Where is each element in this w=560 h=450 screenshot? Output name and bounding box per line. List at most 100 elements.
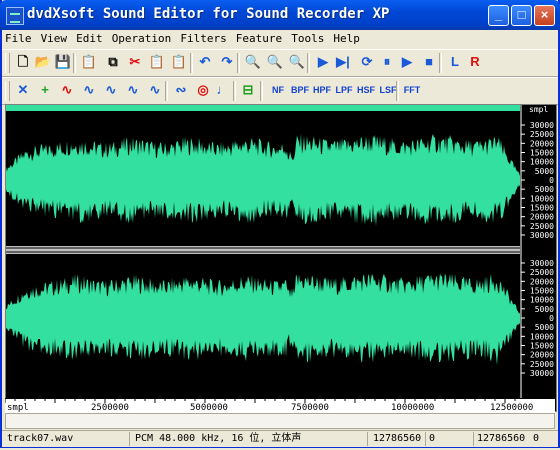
toolbar-grip[interactable] bbox=[5, 81, 10, 101]
stop-icon[interactable]: ■ bbox=[419, 52, 439, 72]
left-channel-icon[interactable]: L bbox=[445, 52, 465, 72]
time-tick-label: 5000000 bbox=[190, 403, 228, 413]
toolbar-separator bbox=[237, 53, 240, 73]
amplitude-tick-label: 5000 bbox=[535, 305, 554, 314]
pitch-icon[interactable]: ♩ bbox=[213, 80, 233, 100]
filter-hsf-button[interactable]: HSF bbox=[355, 80, 377, 100]
reverb-icon[interactable]: ◎ bbox=[193, 80, 213, 100]
amplitude-tick-label: 15000 bbox=[530, 342, 554, 351]
amplitude-tick-label: 25000 bbox=[530, 130, 554, 139]
toolbar-separator bbox=[307, 53, 310, 73]
menu-bar: File View Edit Operation Filters Feature… bbox=[2, 30, 558, 48]
toolbar-grip[interactable] bbox=[5, 53, 10, 73]
right-channel-icon[interactable]: R bbox=[465, 52, 485, 72]
minimize-button[interactable]: _ bbox=[488, 5, 509, 26]
channel-divider bbox=[6, 246, 520, 254]
toolbar-separator bbox=[260, 81, 263, 101]
zoom-out-icon[interactable]: 🔍 bbox=[265, 52, 285, 72]
open-icon[interactable]: 📂 bbox=[33, 52, 53, 72]
zoom-full-icon[interactable]: 🔍 bbox=[287, 52, 307, 72]
maximize-button[interactable]: □ bbox=[511, 5, 532, 26]
amplitude-tick-label: 10000 bbox=[530, 332, 554, 341]
window-title: dvdXsoft Sound Editor for Sound Recorder… bbox=[27, 6, 390, 22]
reverse-icon[interactable]: ∾ bbox=[171, 80, 191, 100]
fade-out-icon[interactable]: ∿ bbox=[79, 80, 99, 100]
menu-filters[interactable]: Filters bbox=[177, 30, 229, 45]
zoom-in-icon[interactable]: 🔍 bbox=[243, 52, 263, 72]
amplitude-tick-label: 30000 bbox=[530, 369, 554, 378]
amplitude-tick-label: 10000 bbox=[530, 194, 554, 203]
status-bar: track07.wav PCM 48.000 kHz, 16 位, 立体声 12… bbox=[2, 430, 558, 447]
paste-mix-icon[interactable]: 📋 bbox=[169, 52, 189, 72]
filter-fft-button[interactable]: FFT bbox=[401, 80, 423, 100]
time-tick-label: 10000000 bbox=[391, 403, 434, 413]
menu-help[interactable]: Help bbox=[330, 30, 363, 45]
amplitude-tick-label: 0 bbox=[549, 314, 554, 323]
copy-icon[interactable]: ⧉ bbox=[103, 52, 123, 72]
amplitude-tick-label: 5000 bbox=[535, 185, 554, 194]
play-to-end-icon[interactable]: ▶| bbox=[333, 52, 353, 72]
title-bar[interactable]: dvdXsoft Sound Editor for Sound Recorder… bbox=[0, 0, 560, 30]
toolbar-separator bbox=[190, 53, 193, 73]
filter-bpf-button[interactable]: BPF bbox=[289, 80, 311, 100]
amplify-icon[interactable]: ∿ bbox=[123, 80, 143, 100]
amplitude-tick-label: 30000 bbox=[530, 231, 554, 240]
app-icon bbox=[6, 7, 24, 25]
menu-tools[interactable]: Tools bbox=[288, 30, 327, 45]
amplitude-tick-label: 15000 bbox=[530, 149, 554, 158]
menu-file[interactable]: File bbox=[2, 30, 35, 45]
waveform-view[interactable]: smpl 30000 25000 20000 15000 10000 5000 0 5000 10… bbox=[5, 104, 557, 412]
menu-operation[interactable]: Operation bbox=[109, 30, 175, 45]
redo-icon[interactable]: ↷ bbox=[217, 52, 237, 72]
trim-icon[interactable]: ⊟ bbox=[238, 80, 258, 100]
toolbar-separator bbox=[165, 81, 168, 101]
amplitude-tick-label: 5000 bbox=[535, 167, 554, 176]
toolbar-separator bbox=[439, 53, 442, 73]
cut-icon[interactable]: ✂ bbox=[125, 52, 145, 72]
paste-icon[interactable]: 📋 bbox=[147, 52, 167, 72]
filter-lpf-button[interactable]: LPF bbox=[333, 80, 355, 100]
amplitude-tick-label: 25000 bbox=[530, 268, 554, 277]
amplitude-tick-label: 20000 bbox=[530, 351, 554, 360]
toolbar-separator bbox=[396, 81, 399, 101]
loop-play-icon[interactable]: ⟳ bbox=[357, 52, 377, 72]
menu-feature[interactable]: Feature bbox=[233, 30, 285, 45]
echo-icon[interactable]: ∿ bbox=[145, 80, 165, 100]
main-toolbar: 🗋 📂 💾 📋 ⧉ ✂ 📋 📋 ↶ ↷ 🔍 🔍 🔍 ▶ ▶| ⟳ ⏸ ▶ ■ L R bbox=[2, 49, 558, 77]
close-button[interactable]: × bbox=[534, 5, 555, 26]
crossfade-icon[interactable]: ✕ bbox=[13, 80, 33, 100]
status-selection-start: 0 bbox=[533, 433, 540, 444]
save-icon[interactable]: 💾 bbox=[53, 52, 73, 72]
fade-in-icon[interactable]: ∿ bbox=[57, 80, 77, 100]
pause-icon[interactable]: ⏸ bbox=[377, 52, 397, 72]
menu-edit[interactable]: Edit bbox=[73, 30, 106, 45]
filter-nf-button[interactable]: NF bbox=[267, 80, 289, 100]
amplitude-tick-label: 20000 bbox=[530, 277, 554, 286]
insert-silence-icon[interactable]: + bbox=[35, 80, 55, 100]
play-selection-icon[interactable]: ▶ bbox=[397, 52, 417, 72]
status-format: PCM 48.000 kHz, 16 位, 立体声 bbox=[132, 432, 368, 446]
amplitude-tick-label: 25000 bbox=[530, 222, 554, 231]
right-channel-waveform[interactable] bbox=[6, 273, 520, 366]
new-icon[interactable]: 🗋 bbox=[13, 52, 33, 72]
amplitude-tick-label: 20000 bbox=[530, 213, 554, 222]
status-length: 12786560 bbox=[370, 432, 426, 446]
toolbar-separator bbox=[73, 53, 76, 73]
status-selection-length: 0 bbox=[426, 432, 474, 446]
time-tick-label: 7500000 bbox=[291, 403, 329, 413]
waveform-canvas[interactable]: smpl300002500020000150001000050000500010… bbox=[6, 105, 556, 411]
overview-bar[interactable] bbox=[6, 105, 520, 111]
properties-icon[interactable]: 📋 bbox=[79, 52, 99, 72]
normalize-icon[interactable]: ∿ bbox=[101, 80, 121, 100]
amplitude-unit-label: smpl bbox=[529, 105, 548, 114]
amplitude-tick-label: 15000 bbox=[530, 287, 554, 296]
amplitude-tick-label: 10000 bbox=[530, 158, 554, 167]
amplitude-tick-label: 20000 bbox=[530, 139, 554, 148]
undo-icon[interactable]: ↶ bbox=[195, 52, 215, 72]
time-tick-label: smpl bbox=[7, 403, 29, 413]
play-icon[interactable]: ▶ bbox=[313, 52, 333, 72]
filter-hpf-button[interactable]: HPF bbox=[311, 80, 333, 100]
menu-view[interactable]: View bbox=[38, 30, 71, 45]
amplitude-tick-label: 0 bbox=[549, 176, 554, 185]
horizontal-scrollbar[interactable] bbox=[5, 413, 555, 429]
